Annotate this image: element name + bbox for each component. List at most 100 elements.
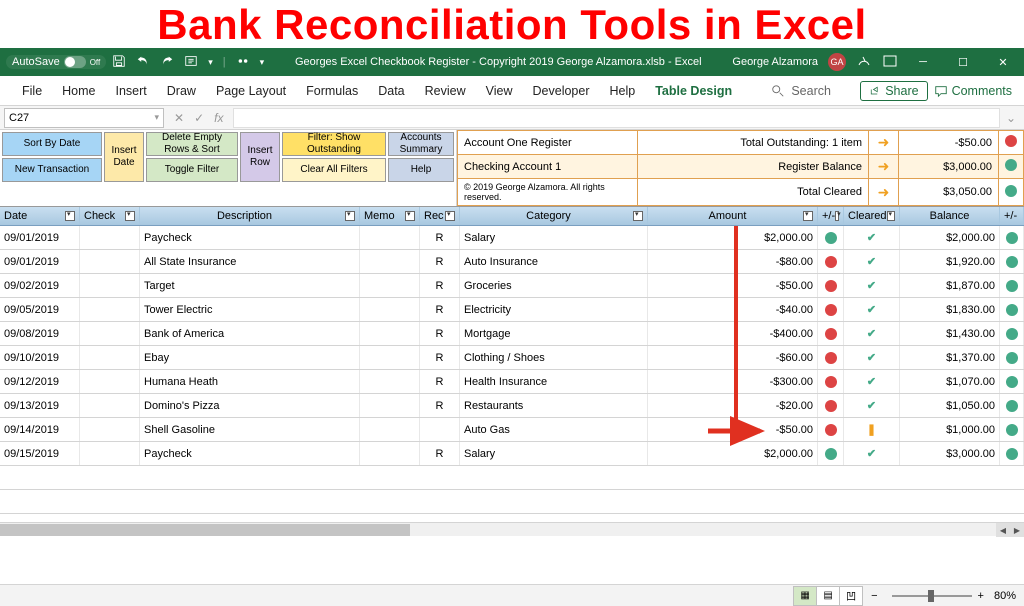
autosave-toggle[interactable]: AutoSave Off — [6, 55, 106, 69]
cell-memo[interactable] — [360, 322, 420, 345]
insert-date-button[interactable]: Insert Date — [104, 132, 144, 182]
cell-category[interactable]: Groceries — [460, 274, 648, 297]
ribbon-display-icon[interactable] — [882, 53, 898, 72]
cell-description[interactable]: Paycheck — [140, 442, 360, 465]
cell-pm2[interactable] — [1000, 442, 1024, 465]
cell-memo[interactable] — [360, 370, 420, 393]
ribbon-tab-developer[interactable]: Developer — [523, 76, 600, 105]
table-row[interactable]: 09/02/2019TargetRGroceries-$50.00✔$1,870… — [0, 274, 1024, 298]
cell-pm[interactable] — [818, 274, 844, 297]
toggle-filter-button[interactable]: Toggle Filter — [146, 158, 238, 182]
cell-cleared[interactable]: ✔ — [844, 394, 900, 417]
cell-amount[interactable]: $2,000.00 — [648, 226, 818, 249]
cell-pm2[interactable] — [1000, 346, 1024, 369]
cell-cleared[interactable]: ❚ — [844, 418, 900, 441]
col-category[interactable]: Category — [460, 207, 648, 225]
table-row[interactable]: 09/13/2019Domino's PizzaRRestaurants-$20… — [0, 394, 1024, 418]
cell-balance[interactable]: $1,430.00 — [900, 322, 1000, 345]
cell-category[interactable]: Auto Insurance — [460, 250, 648, 273]
cell-pm2[interactable] — [1000, 322, 1024, 345]
cell-amount[interactable]: -$80.00 — [648, 250, 818, 273]
scroll-right-icon[interactable]: ▶ — [1010, 523, 1024, 537]
redo-icon[interactable] — [160, 54, 174, 71]
cancel-formula-icon[interactable]: ✕ — [170, 111, 188, 125]
cell-cleared[interactable]: ✔ — [844, 322, 900, 345]
cell-balance[interactable]: $1,370.00 — [900, 346, 1000, 369]
formula-expand-icon[interactable]: ⌄ — [1002, 111, 1020, 125]
clear-all-filters-button[interactable]: Clear All Filters — [282, 158, 386, 182]
cell-memo[interactable] — [360, 346, 420, 369]
ribbon-tab-formulas[interactable]: Formulas — [296, 76, 368, 105]
table-row[interactable]: 09/05/2019Tower ElectricRElectricity-$40… — [0, 298, 1024, 322]
cell-rec[interactable]: R — [420, 394, 460, 417]
table-row[interactable]: 09/01/2019All State InsuranceRAuto Insur… — [0, 250, 1024, 274]
cell-category[interactable]: Restaurants — [460, 394, 648, 417]
cell-category[interactable]: Electricity — [460, 298, 648, 321]
cell-cleared[interactable]: ✔ — [844, 346, 900, 369]
cell-date[interactable]: 09/05/2019 — [0, 298, 80, 321]
minimize-button[interactable]: ─ — [908, 48, 938, 76]
cell-cleared[interactable]: ✔ — [844, 250, 900, 273]
cell-category[interactable]: Health Insurance — [460, 370, 648, 393]
col-balance[interactable]: Balance — [900, 207, 1000, 225]
zoom-in-button[interactable]: + — [978, 590, 984, 602]
save-icon[interactable] — [112, 54, 126, 71]
table-row[interactable]: 09/01/2019PaycheckRSalary$2,000.00✔$2,00… — [0, 226, 1024, 250]
cell-amount[interactable]: -$50.00 — [648, 418, 818, 441]
ribbon-tab-view[interactable]: View — [476, 76, 523, 105]
cell-check[interactable] — [80, 322, 140, 345]
ribbon-tab-page-layout[interactable]: Page Layout — [206, 76, 296, 105]
filter-icon[interactable] — [887, 211, 895, 221]
cell-pm[interactable] — [818, 442, 844, 465]
col-description[interactable]: Description — [140, 207, 360, 225]
col-pm[interactable]: +/- — [818, 207, 844, 225]
col-pm2[interactable]: +/- — [1000, 207, 1024, 225]
cell-pm2[interactable] — [1000, 298, 1024, 321]
table-row[interactable]: 09/12/2019Humana HeathRHealth Insurance-… — [0, 370, 1024, 394]
cell-cleared[interactable]: ✔ — [844, 442, 900, 465]
help-button[interactable]: Help — [388, 158, 454, 182]
cell-check[interactable] — [80, 250, 140, 273]
cell-rec[interactable] — [420, 418, 460, 441]
empty-row[interactable] — [0, 490, 1024, 514]
cell-pm[interactable] — [818, 226, 844, 249]
cell-description[interactable]: Humana Heath — [140, 370, 360, 393]
cell-category[interactable]: Mortgage — [460, 322, 648, 345]
cell-cleared[interactable]: ✔ — [844, 226, 900, 249]
cell-check[interactable] — [80, 418, 140, 441]
cell-memo[interactable] — [360, 394, 420, 417]
comments-button[interactable]: Comments — [934, 84, 1012, 98]
cell-balance[interactable]: $1,000.00 — [900, 418, 1000, 441]
filter-show-outstanding-button[interactable]: Filter: Show Outstanding — [282, 132, 386, 156]
cell-pm[interactable] — [818, 298, 844, 321]
zoom-level[interactable]: 80% — [994, 590, 1016, 602]
filter-icon[interactable] — [803, 211, 813, 221]
undo-icon[interactable] — [136, 54, 150, 71]
cell-date[interactable]: 09/08/2019 — [0, 322, 80, 345]
col-amount[interactable]: Amount — [648, 207, 818, 225]
table-row[interactable]: 09/08/2019Bank of AmericaRMortgage-$400.… — [0, 322, 1024, 346]
filter-icon[interactable] — [445, 211, 455, 221]
ribbon-tab-review[interactable]: Review — [415, 76, 476, 105]
cell-rec[interactable]: R — [420, 274, 460, 297]
cell-category[interactable]: Auto Gas — [460, 418, 648, 441]
cell-amount[interactable]: -$60.00 — [648, 346, 818, 369]
cell-amount[interactable]: -$300.00 — [648, 370, 818, 393]
cell-description[interactable]: Domino's Pizza — [140, 394, 360, 417]
cell-balance[interactable]: $1,050.00 — [900, 394, 1000, 417]
cell-pm[interactable] — [818, 370, 844, 393]
table-row[interactable]: 09/14/2019Shell GasolineAuto Gas-$50.00❚… — [0, 418, 1024, 442]
cell-pm[interactable] — [818, 250, 844, 273]
cell-category[interactable]: Salary — [460, 226, 648, 249]
cell-amount[interactable]: -$40.00 — [648, 298, 818, 321]
cell-balance[interactable]: $1,920.00 — [900, 250, 1000, 273]
scroll-thumb[interactable] — [0, 524, 410, 536]
scroll-left-icon[interactable]: ◀ — [996, 523, 1010, 537]
cell-pm2[interactable] — [1000, 370, 1024, 393]
empty-row[interactable] — [0, 466, 1024, 490]
cell-date[interactable]: 09/01/2019 — [0, 226, 80, 249]
cell-date[interactable]: 09/12/2019 — [0, 370, 80, 393]
cell-rec[interactable]: R — [420, 346, 460, 369]
close-button[interactable]: ✕ — [988, 48, 1018, 76]
cell-description[interactable]: All State Insurance — [140, 250, 360, 273]
